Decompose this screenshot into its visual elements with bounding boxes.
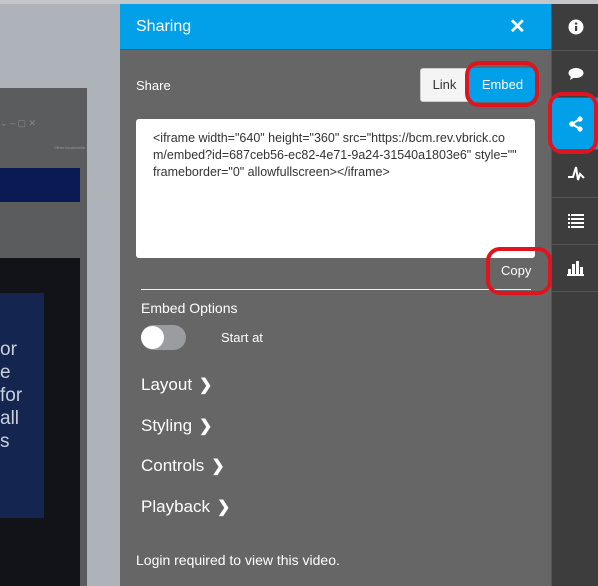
comment-icon: [568, 68, 583, 80]
chevron-right-icon: ❯: [216, 499, 231, 516]
background-toolbar: ⌄ – ▢ ✕: [0, 118, 37, 128]
info-button[interactable]: [552, 4, 598, 51]
section-playback[interactable]: Playback ❯: [141, 497, 230, 517]
close-icon[interactable]: ✕: [509, 14, 526, 39]
card-text: or: [0, 339, 17, 360]
info-icon: [568, 19, 583, 35]
chevron-right-icon: ❯: [211, 458, 225, 475]
list-button[interactable]: [552, 198, 598, 245]
embed-code-textarea[interactable]: <iframe width="640" height="360" src="ht…: [136, 119, 535, 258]
section-layout[interactable]: Layout ❯: [141, 375, 212, 395]
share-label: Share: [136, 78, 171, 93]
background-bookmarks: Other bookmarks: [54, 145, 85, 150]
analytics-button[interactable]: [552, 245, 598, 292]
login-required-note: Login required to view this video.: [136, 552, 340, 568]
share-icon: [568, 115, 583, 132]
chevron-right-icon: ❯: [199, 418, 213, 435]
section-label: Controls: [141, 456, 205, 475]
comments-button[interactable]: [552, 51, 598, 98]
start-at-toggle[interactable]: [141, 325, 186, 350]
card-text: e: [0, 362, 11, 383]
panel-title: Sharing: [136, 18, 192, 35]
copy-button[interactable]: Copy: [501, 263, 531, 278]
section-styling[interactable]: Styling ❯: [141, 416, 212, 436]
card-text: s: [0, 431, 10, 452]
background-browser-window: ⌄ – ▢ ✕ Other bookmarks or e for all s: [0, 88, 87, 586]
section-controls[interactable]: Controls ❯: [141, 456, 225, 476]
divider: [141, 289, 531, 290]
card-text: for all: [0, 385, 23, 429]
background-card: or e for all s: [0, 293, 44, 518]
chevron-right-icon: ❯: [199, 377, 213, 394]
share-button[interactable]: [552, 98, 598, 150]
panel-header: Sharing ✕: [120, 4, 551, 50]
side-rail: [551, 4, 598, 586]
toggle-knob: [141, 326, 164, 349]
section-label: Playback: [141, 497, 210, 516]
tab-link[interactable]: Link: [420, 68, 469, 102]
list-icon: [567, 214, 584, 228]
tab-embed[interactable]: Embed: [469, 68, 536, 102]
pulse-button[interactable]: [552, 150, 598, 198]
bar-chart-icon: [567, 260, 584, 276]
background-banner: [0, 168, 80, 202]
section-label: Styling: [141, 416, 193, 435]
pulse-icon: [567, 166, 585, 180]
start-at-label: Start at: [221, 330, 263, 345]
share-type-toggle: Link Embed: [420, 68, 536, 102]
section-label: Layout: [141, 375, 193, 394]
embed-options-heading: Embed Options: [141, 300, 238, 316]
sharing-panel: Sharing ✕ Share Link Embed <iframe width…: [120, 4, 551, 586]
